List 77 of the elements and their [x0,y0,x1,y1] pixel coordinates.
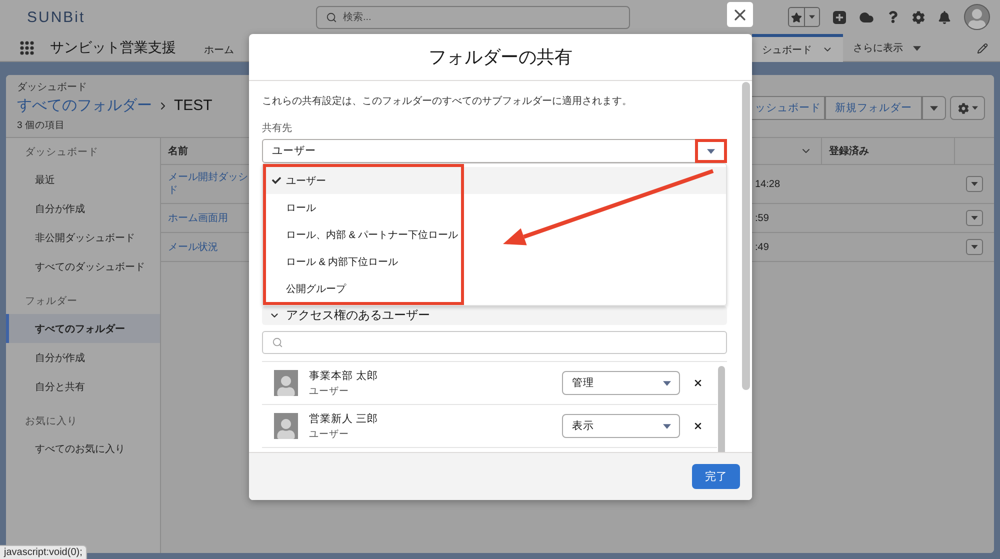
avatar-icon [274,370,298,396]
page-title: TEST [174,96,212,116]
caret-icon [707,148,715,154]
sidebar-heading: フォルダー [24,294,78,308]
scrollbar-thumb[interactable] [718,366,725,452]
scrollbar-thumb[interactable] [742,82,750,390]
user-name: 事業本部 太郎 [309,368,378,382]
info-text: これらの共有設定は、このフォルダーのすべてのサブフォルダーに適用されます。 [262,95,633,108]
star-icon [790,12,802,22]
settings-icon[interactable] [912,10,925,24]
item-count: 3 個の項目 [17,119,66,132]
sidebar-item[interactable]: すべてのお気に入り [6,434,160,463]
caret-icon [808,15,815,19]
sidebar-item[interactable]: 自分が作成 [6,343,160,372]
search-field[interactable]: 検索... [316,6,630,28]
help-icon[interactable] [887,11,899,23]
table-cell: 14:28 [755,178,780,190]
user-type: ユーザー [309,384,350,398]
section-header[interactable]: アクセス権のあるユーザー [262,306,727,325]
caret-icon [930,106,938,110]
search-icon [272,337,283,348]
cloud-icon[interactable] [859,10,874,24]
sidebar-item[interactable]: 非公開ダッシュボード [6,223,160,252]
search-icon [326,12,337,22]
favorites-button[interactable] [788,7,820,27]
nav-tab[interactable]: ホーム [194,34,244,62]
caret-icon [971,245,978,249]
done-button[interactable]: 完了 [692,464,740,489]
user-name: 営業新人 三郎 [309,412,378,426]
search-field[interactable] [262,331,727,354]
bell-icon[interactable] [938,10,951,24]
check-icon [272,176,281,185]
column-header[interactable]: 登録済み [829,144,869,158]
caret-icon [663,424,671,428]
sidebar-heading: お気に入り [24,414,78,428]
close-button[interactable] [727,2,753,27]
avatar-icon[interactable] [964,4,990,30]
access-select[interactable]: 管理 [562,371,680,395]
more-tab[interactable]: さらに表示 [843,34,931,62]
nav-tab[interactable]: シュボード [752,34,843,62]
remove-button[interactable] [693,421,703,431]
caret-icon [972,106,978,110]
avatar-icon [274,413,298,439]
caret-icon [663,380,671,386]
user-type: ユーザー [309,428,350,440]
logo: SUNBit [26,8,86,26]
object-label: ダッシュボード [17,81,88,94]
access-select[interactable]: 表示 [562,414,680,438]
more-actions-button[interactable] [922,96,946,120]
table-cell: :59 [755,212,769,224]
close-icon [693,378,703,388]
row-menu-button[interactable] [966,210,983,226]
dialog-title: フォルダーの共有 [428,46,572,69]
plus-icon[interactable] [833,10,846,24]
sidebar-item[interactable]: 自分と共有 [6,372,160,401]
table-cell: :49 [755,242,769,252]
settings-icon [958,102,968,114]
sidebar-item[interactable]: すべてのダッシュボード [6,252,160,281]
field-label: 共有先 [262,122,293,135]
pencil-icon[interactable] [977,42,988,54]
status-url: javascript:void(0); [0,545,88,559]
row-menu-button[interactable] [966,239,983,255]
settings-button[interactable] [950,96,985,120]
row-menu-button[interactable] [966,176,983,192]
app-name: サンビット営業支援 [50,39,176,57]
column-header[interactable]: 名前 [168,144,188,158]
close-icon [693,421,703,431]
sidebar-item[interactable]: 自分が作成 [6,194,160,223]
share-with-select[interactable]: ユーザー [262,139,727,163]
caret-icon [971,182,978,186]
remove-button[interactable] [693,378,703,388]
caret-icon [971,216,978,220]
app-launcher-icon[interactable] [20,41,34,55]
sidebar-item[interactable]: すべてのフォルダー [6,314,160,343]
sidebar-item[interactable]: 最近 [6,165,160,194]
caret-icon [913,46,921,50]
sidebar-heading: ダッシュボード [24,146,100,160]
